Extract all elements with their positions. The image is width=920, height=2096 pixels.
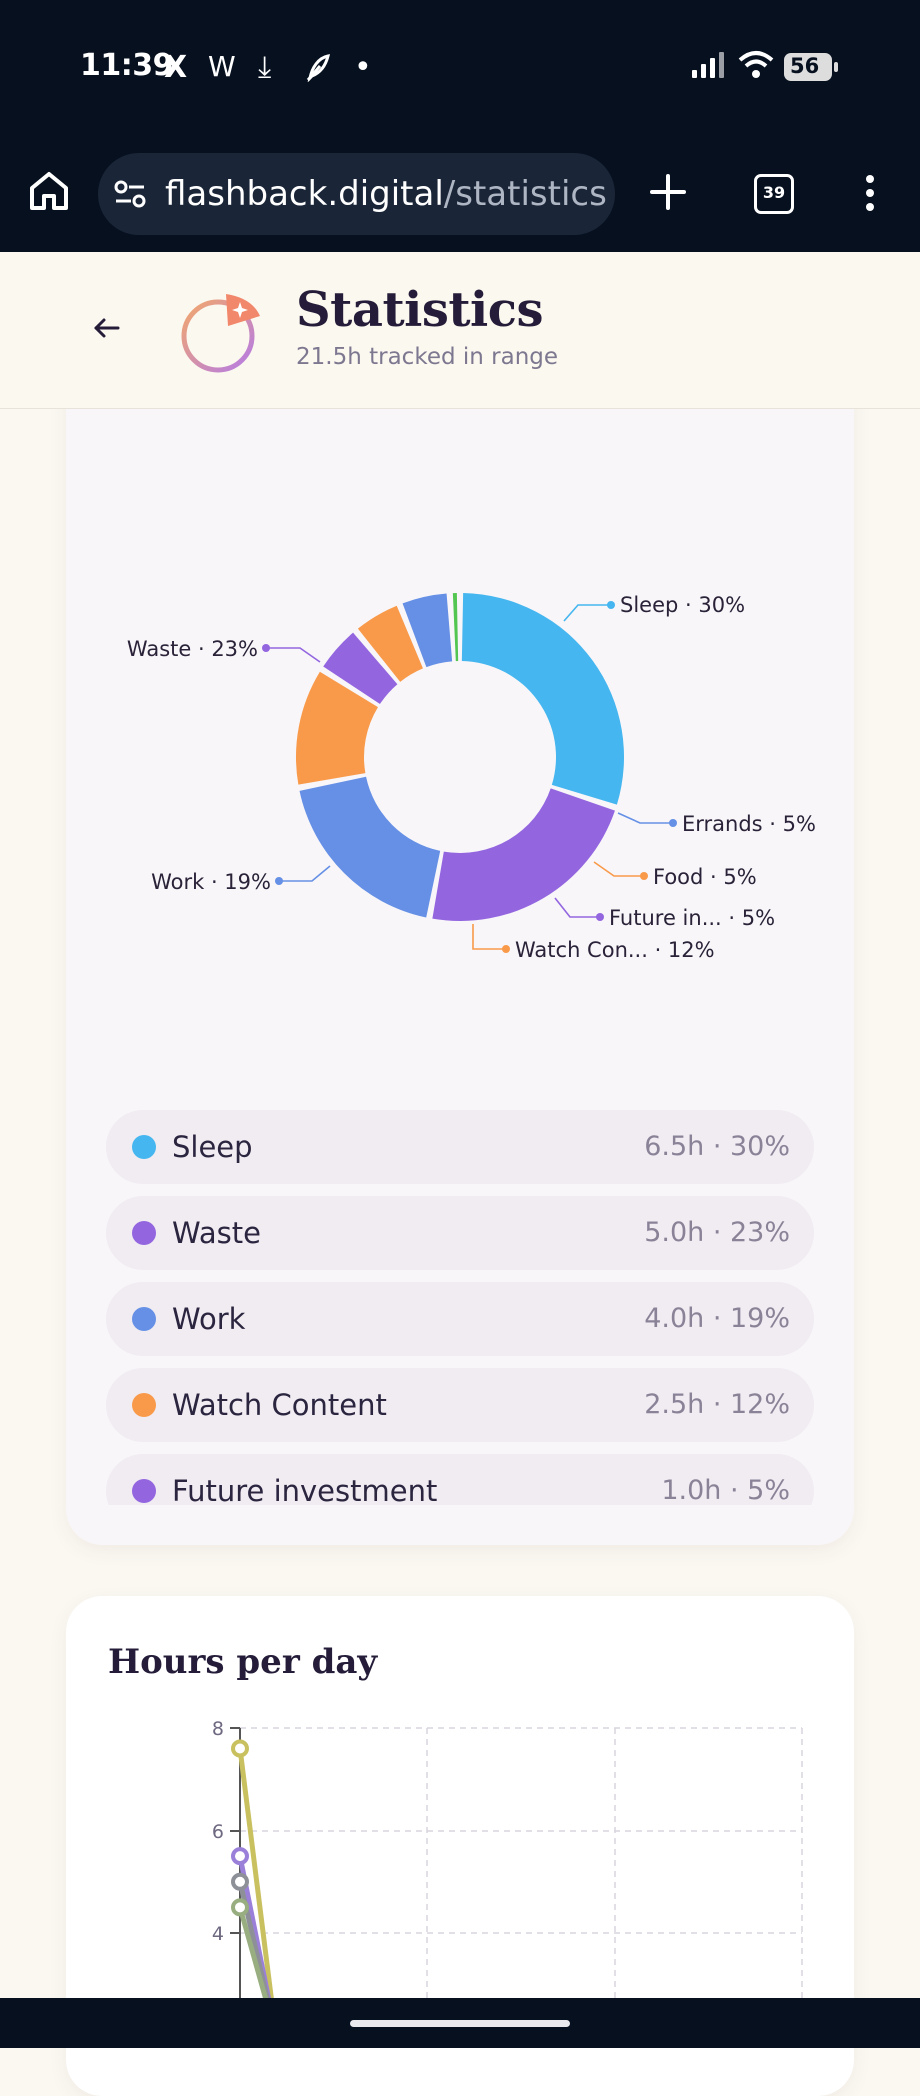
page-title: Statistics <box>296 282 544 338</box>
legend-color-dot <box>132 1307 156 1331</box>
hours-line-chart: 8 6 4 <box>212 1718 803 2000</box>
pie-label-errands: Errands · 5% <box>682 812 816 836</box>
legend-label: Sleep <box>172 1130 253 1164</box>
series-point-2[interactable] <box>231 1872 249 1891</box>
leader-line-future <box>554 897 598 918</box>
page-subtitle: 21.5h tracked in range <box>296 344 559 370</box>
legend-value: 2.5h · 12% <box>644 1389 790 1420</box>
series-point-0[interactable] <box>231 1739 249 1758</box>
series-point-3[interactable] <box>231 1898 249 1917</box>
leader-dot-watch <box>502 945 510 953</box>
legend-color-dot <box>132 1479 156 1503</box>
app-header: Statistics 21.5h tracked in range <box>0 252 920 409</box>
y-tick-label: 8 <box>212 1718 224 1740</box>
pie-label-future: Future in... · 5% <box>609 906 775 930</box>
pie-slice-sleep[interactable] <box>461 593 624 805</box>
leader-dot-sleep <box>607 601 615 609</box>
leader-line-food <box>593 861 642 877</box>
legend-value: 6.5h · 30% <box>644 1131 790 1162</box>
pie-label-food: Food · 5% <box>653 865 757 889</box>
pie-slice-other[interactable] <box>452 593 459 662</box>
home-indicator[interactable] <box>350 2020 570 2027</box>
category-legend-list: Sleep 6.5h · 30% Waste 5.0h · 23% Work 4… <box>106 1108 814 1505</box>
legend-color-dot <box>132 1393 156 1417</box>
y-tick-label: 4 <box>212 1923 224 1945</box>
donut-slices <box>296 593 624 921</box>
legend-value: 4.0h · 19% <box>644 1303 790 1334</box>
series-point-1[interactable] <box>231 1847 249 1866</box>
leader-line-work <box>280 865 331 882</box>
leader-dot-waste <box>262 644 270 652</box>
legend-color-dot <box>132 1135 156 1159</box>
statistics-logo-icon <box>181 294 260 373</box>
legend-item-sleep[interactable]: Sleep 6.5h · 30% <box>106 1110 814 1184</box>
pie-label-watch: Watch Con... · 12% <box>515 938 715 962</box>
leader-line-sleep <box>563 604 610 622</box>
leader-line-waste <box>266 647 321 663</box>
legend-label: Work <box>172 1302 246 1336</box>
leader-dot-food <box>640 872 648 880</box>
leader-line-watch <box>472 924 504 950</box>
leader-dot-errands <box>669 819 677 827</box>
legend-item-watch-content[interactable]: Watch Content 2.5h · 12% <box>106 1368 814 1442</box>
back-arrow-icon[interactable] <box>92 316 122 340</box>
hours-chart-title: Hours per day <box>108 1642 378 1682</box>
pie-label-work: Work · 19% <box>151 870 271 894</box>
pie-label-waste: Waste · 23% <box>127 637 258 661</box>
category-pie-chart: Sleep · 30% Waste · 23% Work · 19% Watch… <box>127 593 816 962</box>
legend-value: 1.0h · 5% <box>661 1475 790 1505</box>
legend-item-waste[interactable]: Waste 5.0h · 23% <box>106 1196 814 1270</box>
leader-line-errands <box>617 812 672 824</box>
legend-value: 5.0h · 23% <box>644 1217 790 1248</box>
pie-label-sleep: Sleep · 30% <box>620 593 745 617</box>
legend-label: Future investment <box>172 1474 438 1505</box>
legend-item-future-investment[interactable]: Future investment 1.0h · 5% <box>106 1454 814 1505</box>
leader-dot-work <box>275 877 283 885</box>
y-tick-label: 6 <box>212 1821 224 1843</box>
pie-slice-work[interactable] <box>299 776 441 918</box>
leader-dot-future <box>596 913 604 921</box>
legend-label: Waste <box>172 1216 261 1250</box>
pie-slice-waste[interactable] <box>432 788 615 921</box>
legend-item-work[interactable]: Work 4.0h · 19% <box>106 1282 814 1356</box>
legend-color-dot <box>132 1221 156 1245</box>
system-nav-bar <box>0 1998 920 2048</box>
legend-label: Watch Content <box>172 1388 387 1422</box>
